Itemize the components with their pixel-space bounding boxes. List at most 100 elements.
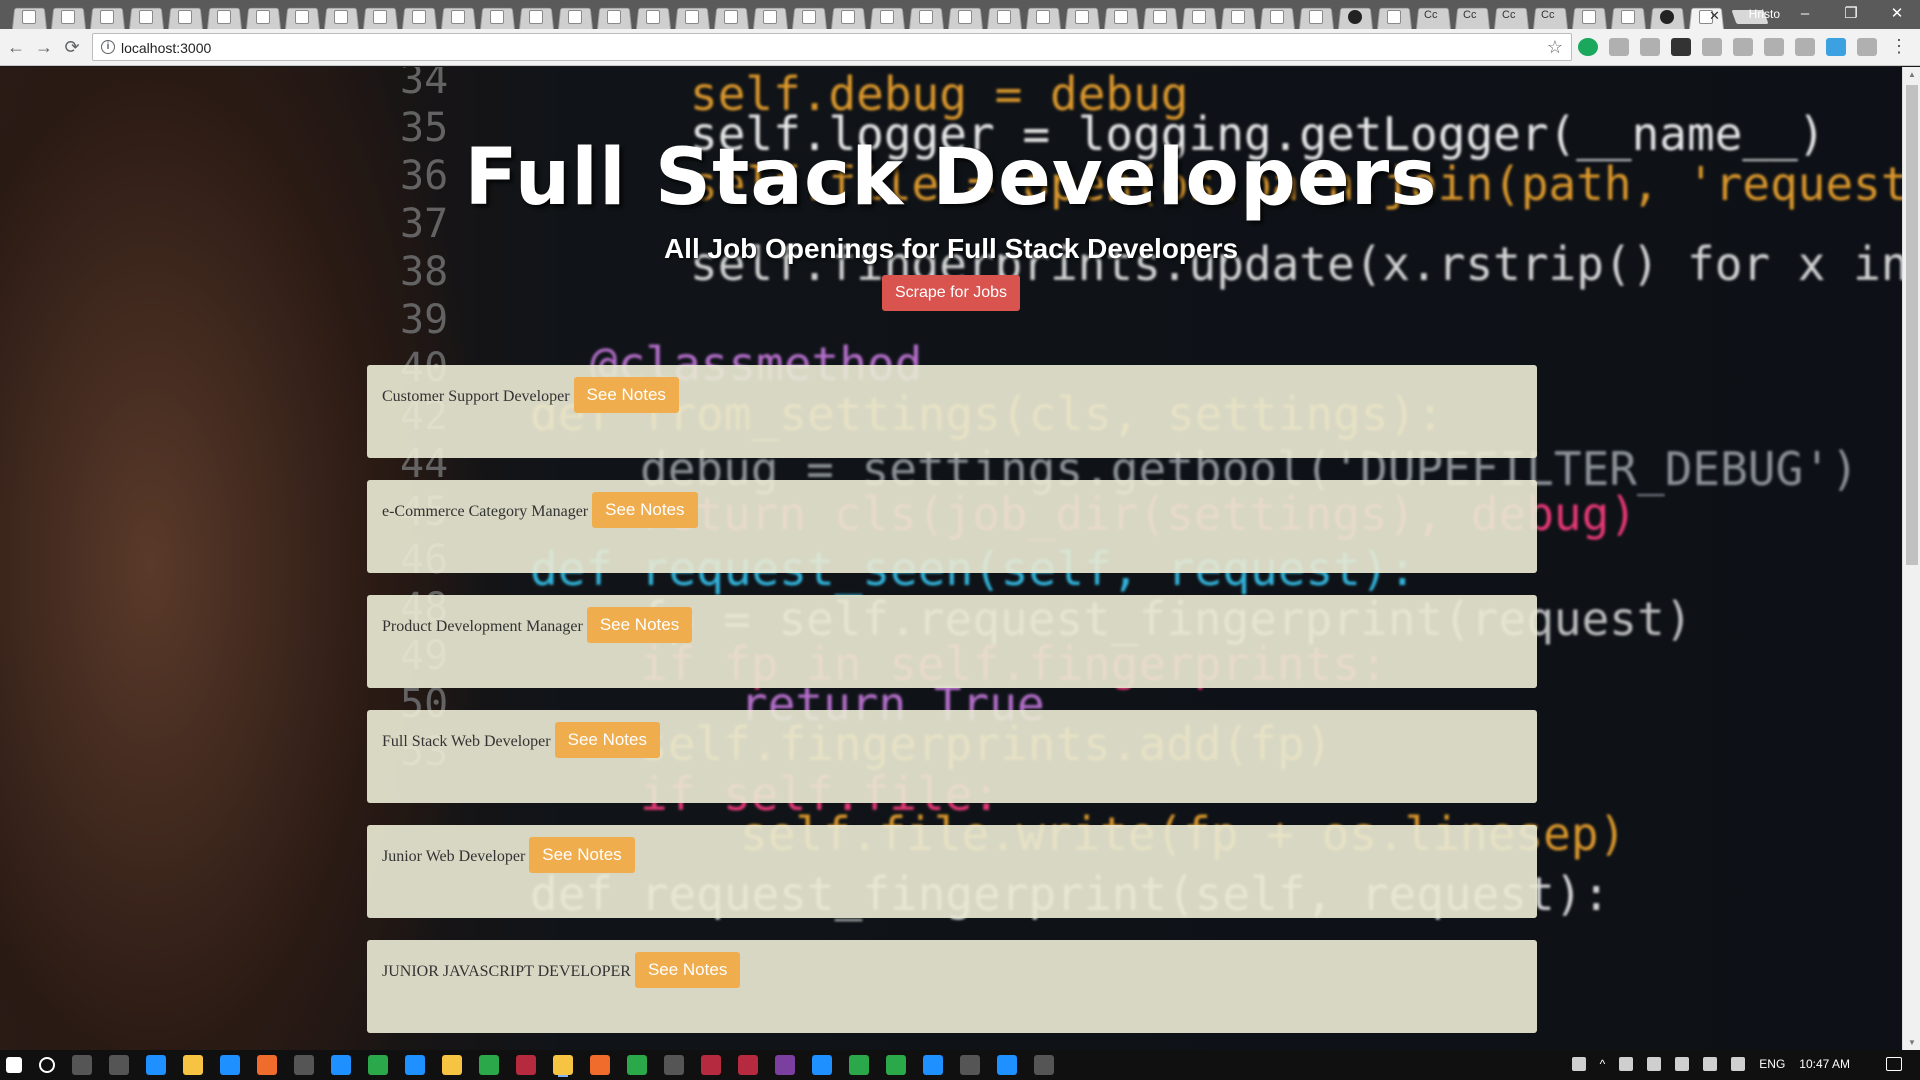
scroll-down-arrow-icon[interactable]: ▼: [1908, 1038, 1916, 1047]
app-icon[interactable]: [923, 1055, 943, 1075]
app-icon[interactable]: [220, 1055, 240, 1075]
app-icon[interactable]: [664, 1055, 684, 1075]
tab-active[interactable]: ✕: [1685, 2, 1724, 29]
browser-tab[interactable]: [749, 2, 788, 29]
see-notes-button[interactable]: See Notes: [573, 377, 679, 413]
see-notes-button[interactable]: See Notes: [529, 837, 635, 873]
browser-tab[interactable]: [1295, 2, 1334, 29]
terminal-icon[interactable]: [1034, 1055, 1054, 1075]
browser-tab[interactable]: [1139, 2, 1178, 29]
vscode-icon[interactable]: [331, 1055, 351, 1075]
browser-tab[interactable]: [242, 2, 281, 29]
browser-tab[interactable]: [1607, 2, 1646, 29]
edge-browser-icon[interactable]: [146, 1055, 166, 1075]
close-window-button[interactable]: ✕: [1874, 0, 1920, 29]
pycharm-icon[interactable]: [886, 1055, 906, 1075]
page-scrollbar[interactable]: ▲ ▼: [1902, 67, 1920, 1050]
browser-tab[interactable]: Cc: [1529, 2, 1568, 29]
browser-tab[interactable]: [710, 2, 749, 29]
browser-tab[interactable]: [905, 2, 944, 29]
tray-expand-icon[interactable]: ^: [1600, 1057, 1606, 1071]
see-notes-button[interactable]: See Notes: [586, 607, 693, 643]
browser-tab[interactable]: [437, 2, 476, 29]
extension-icon[interactable]: [1857, 38, 1877, 56]
browser-tab[interactable]: [788, 2, 827, 29]
app-icon[interactable]: [960, 1055, 980, 1075]
browser-tab[interactable]: [86, 2, 125, 29]
webstorm-icon[interactable]: [701, 1055, 721, 1075]
extension-icon[interactable]: [1640, 38, 1660, 56]
photoshop-icon[interactable]: [405, 1055, 425, 1075]
language-indicator[interactable]: ENG: [1759, 1057, 1785, 1071]
dropbox-icon[interactable]: [1731, 1057, 1746, 1071]
see-notes-button[interactable]: See Notes: [554, 722, 660, 758]
browser-tab[interactable]: [125, 2, 164, 29]
app-icon[interactable]: [257, 1055, 277, 1075]
extension-icon[interactable]: [1733, 38, 1753, 56]
onedrive-icon[interactable]: [1647, 1057, 1662, 1071]
action-center-icon[interactable]: [1886, 1057, 1902, 1071]
profile-name[interactable]: Hristo: [1749, 7, 1780, 21]
back-arrow-icon[interactable]: ←: [6, 37, 26, 57]
phpstorm-icon[interactable]: [775, 1055, 795, 1075]
browser-tab[interactable]: [1022, 2, 1061, 29]
browser-tab[interactable]: [476, 2, 515, 29]
app-icon[interactable]: [516, 1055, 536, 1075]
browser-tab[interactable]: [866, 2, 905, 29]
browser-tab[interactable]: [320, 2, 359, 29]
browser-tab[interactable]: [827, 2, 866, 29]
app-icon[interactable]: [590, 1055, 610, 1075]
browser-tab[interactable]: Cc: [1490, 2, 1529, 29]
app-icon[interactable]: [849, 1055, 869, 1075]
restore-button[interactable]: ❐: [1828, 0, 1874, 29]
browser-tab[interactable]: [671, 2, 710, 29]
url-text[interactable]: localhost:3000: [121, 40, 211, 56]
browser-tab[interactable]: [164, 2, 203, 29]
minimize-button[interactable]: –: [1782, 0, 1828, 29]
cortana-search-icon[interactable]: [39, 1057, 55, 1073]
browser-tab[interactable]: [281, 2, 320, 29]
browser-tab[interactable]: [1646, 2, 1685, 29]
steam-icon[interactable]: [294, 1055, 314, 1075]
extension-icon[interactable]: [1609, 38, 1629, 56]
bookmark-star-icon[interactable]: ☆: [1547, 37, 1563, 58]
browser-tab[interactable]: [8, 2, 47, 29]
close-tab-icon[interactable]: ✕: [1709, 8, 1720, 24]
apps-grid-icon[interactable]: [1671, 38, 1691, 56]
app-icon[interactable]: [997, 1055, 1017, 1075]
browser-tab[interactable]: [632, 2, 671, 29]
volume-icon[interactable]: [1675, 1057, 1690, 1071]
browser-menu-icon[interactable]: ⋮: [1890, 36, 1908, 56]
browser-tab[interactable]: [359, 2, 398, 29]
browser-tab[interactable]: [1217, 2, 1256, 29]
extension-icon[interactable]: [1764, 38, 1784, 56]
muse-icon[interactable]: [442, 1055, 462, 1075]
scroll-up-arrow-icon[interactable]: ▲: [1908, 70, 1916, 79]
browser-tab[interactable]: [944, 2, 983, 29]
browser-tab[interactable]: [515, 2, 554, 29]
scrollbar-thumb[interactable]: [1906, 85, 1918, 565]
browser-tab[interactable]: [203, 2, 242, 29]
browser-tab[interactable]: Cc: [1451, 2, 1490, 29]
rubymine-icon[interactable]: [738, 1055, 758, 1075]
browser-tab[interactable]: [398, 2, 437, 29]
browser-tab[interactable]: [593, 2, 632, 29]
windows-start-icon[interactable]: [6, 1057, 22, 1073]
info-icon[interactable]: i: [101, 40, 115, 54]
people-icon[interactable]: [1571, 1057, 1586, 1071]
browser-tab[interactable]: [47, 2, 86, 29]
wifi-icon[interactable]: [1703, 1057, 1718, 1071]
task-view-icon[interactable]: [72, 1055, 92, 1075]
browser-tab[interactable]: [1100, 2, 1139, 29]
browser-tab[interactable]: [1256, 2, 1295, 29]
scrape-for-jobs-button[interactable]: Scrape for Jobs: [881, 275, 1021, 311]
browser-tab[interactable]: [1334, 2, 1373, 29]
dreamweaver-icon[interactable]: [368, 1055, 388, 1075]
browser-tab[interactable]: [1568, 2, 1607, 29]
address-bar[interactable]: i localhost:3000 ☆: [92, 33, 1572, 61]
chrome-icon[interactable]: [553, 1055, 573, 1075]
clock[interactable]: 10:47 AM: [1799, 1057, 1850, 1071]
browser-tab[interactable]: Cc: [1412, 2, 1451, 29]
reload-icon[interactable]: ⟳: [62, 37, 82, 57]
app-icon[interactable]: [627, 1055, 647, 1075]
